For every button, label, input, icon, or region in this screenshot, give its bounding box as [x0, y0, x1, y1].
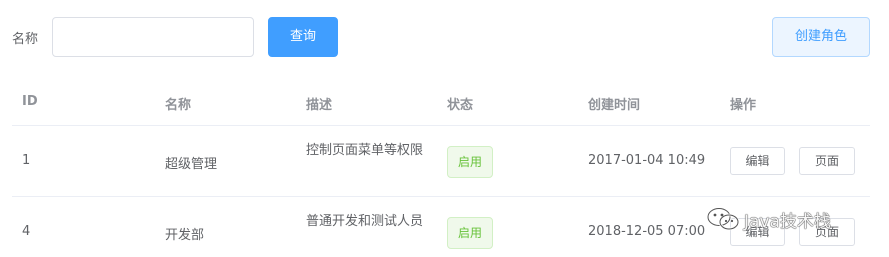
watermark: Java技术栈 — [706, 205, 831, 233]
header-name: 名称 — [165, 98, 192, 113]
query-button[interactable]: 查询 — [268, 17, 338, 57]
edit-button[interactable]: 编辑 — [730, 147, 785, 175]
table-header: ID 名称 描述 状态 创建时间 操作 — [12, 78, 870, 126]
status-badge: 启用 — [447, 146, 493, 178]
header-status: 状态 — [447, 98, 474, 113]
cell-id: 1 — [22, 153, 31, 168]
name-label: 名称 — [12, 32, 39, 47]
name-search-input[interactable] — [52, 17, 254, 57]
watermark-text: Java技术栈 — [744, 211, 831, 232]
cell-id: 4 — [22, 224, 31, 239]
cell-name: 开发部 — [165, 228, 205, 243]
cell-created-time: 2018-12-05 07:00 — [588, 224, 706, 239]
cell-description: 控制页面菜单等权限 — [306, 143, 424, 158]
cell-name: 超级管理 — [165, 157, 218, 172]
search-bar: 名称 查询 创建角色 — [0, 0, 889, 72]
header-created-time: 创建时间 — [588, 98, 641, 113]
status-badge: 启用 — [447, 217, 493, 249]
table-row: 1 超级管理 控制页面菜单等权限 启用 2017-01-04 10:49 编辑 … — [12, 126, 870, 197]
header-id: ID — [22, 94, 38, 109]
create-role-button[interactable]: 创建角色 — [772, 17, 870, 57]
cell-description: 普通开发和测试人员 — [306, 214, 424, 229]
cell-created-time: 2017-01-04 10:49 — [588, 153, 706, 168]
page-button[interactable]: 页面 — [799, 147, 855, 175]
wechat-icon — [706, 207, 740, 231]
header-actions: 操作 — [730, 98, 757, 113]
header-description: 描述 — [306, 98, 333, 113]
